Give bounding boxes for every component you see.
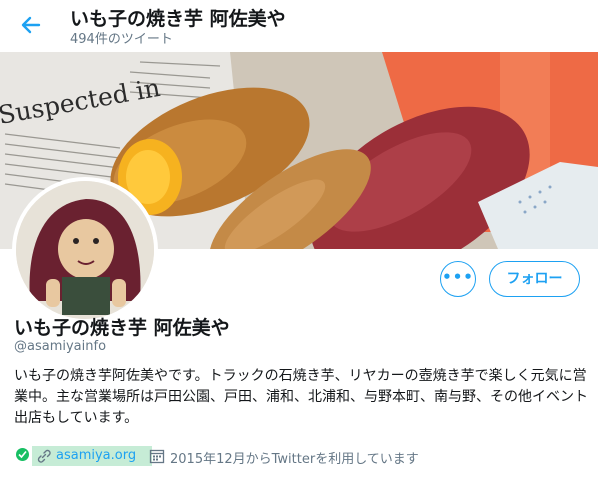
profile-handle: @asamiyainfo xyxy=(14,339,107,354)
back-button[interactable] xyxy=(18,12,44,38)
link-icon xyxy=(37,449,51,463)
calendar-icon xyxy=(149,449,165,464)
profile-bio: いも子の焼き芋阿佐美やです。トラックの石焼き芋、リヤカーの壺焼き芋で楽しく元気に… xyxy=(14,368,588,426)
avatar-image xyxy=(16,181,154,319)
follow-button[interactable]: フォロー xyxy=(489,261,580,297)
page-title: いも子の焼き芋 阿佐美や xyxy=(70,8,286,30)
more-options-button[interactable]: ••• xyxy=(440,261,476,297)
tweet-count: 494件のツイート xyxy=(70,32,173,47)
back-arrow-icon xyxy=(21,16,41,34)
joined-date: 2015年12月からTwitterを利用しています xyxy=(170,452,419,467)
more-icon: ••• xyxy=(442,268,474,286)
top-bar: いも子の焼き芋 阿佐美や 494件のツイート xyxy=(0,0,600,52)
check-icon xyxy=(16,448,29,461)
website-link[interactable]: asamiya.org xyxy=(56,448,136,463)
avatar[interactable] xyxy=(12,177,158,323)
profile-name: いも子の焼き芋 阿佐美や xyxy=(14,317,230,339)
